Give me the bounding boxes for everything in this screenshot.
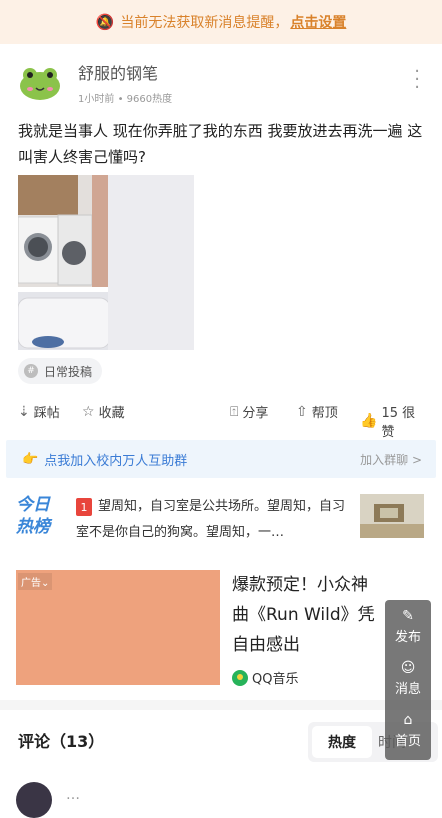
author-name[interactable]: 舒服的钢笔 (78, 60, 158, 84)
tag-icon: # (24, 364, 38, 378)
stamp-button[interactable]: ⇣ 踩帖 (18, 402, 60, 422)
avatar[interactable] (16, 58, 64, 106)
hot-list-card[interactable]: 今日 热榜 望周知，自习室是公共场所。望周知，自习室不是你自己的狗窝。望周知，一… (12, 494, 432, 546)
join-group-link[interactable]: 加入群聊 > (360, 451, 422, 468)
float-home-button[interactable]: ⌂ 首页 (385, 712, 431, 749)
chevron-down-icon: ⌄ (41, 578, 50, 589)
like-button[interactable]: 👍 15 很赞 (360, 402, 428, 440)
join-group-text: 点我加入校内万人互助群 (44, 453, 188, 469)
post-heat: 9660热度 (126, 94, 173, 105)
thumbs-up-icon: 👍 (360, 413, 378, 429)
hot-list-logo: 今日 热榜 (16, 495, 50, 537)
favorite-button[interactable]: ☆ 收藏 (82, 402, 125, 422)
post-body: 我就是当事人 现在你弄脏了我的东西 我要放进去再洗一遍 这叫害人终害己懂吗? (18, 122, 423, 166)
boost-icon: ⇧ (296, 403, 308, 420)
hot-list-text: 望周知，自习室是公共场所。望周知，自习室不是你自己的狗窝。望周知，一… (76, 499, 346, 540)
float-messages-button[interactable]: ☺ 消息 (385, 660, 431, 697)
pointing-hand-icon: 👉 (22, 451, 39, 467)
more-options-icon[interactable]: · · · (414, 63, 420, 97)
section-divider (0, 700, 442, 710)
stamp-icon: ⇣ (18, 403, 30, 420)
post-meta: 1小时前 • 9660热度 (78, 94, 173, 105)
home-icon: ⌂ (403, 712, 413, 728)
comment-avatar[interactable] (16, 782, 52, 818)
message-icon: ☺ (400, 660, 416, 676)
share-icon: ⍐ (230, 403, 239, 420)
qq-music-icon (232, 669, 248, 686)
post-header: 舒服的钢笔 1小时前 • 9660热度 · · · (16, 58, 426, 108)
comment-author[interactable]: … (66, 787, 80, 803)
hot-rank-badge: 1 (76, 498, 92, 516)
banner-text: 当前无法获取新消息提醒， (120, 15, 289, 31)
post-tag-label: 日常投稿 (44, 364, 93, 379)
ad-title[interactable]: 爆款预定！小众神曲《Run Wild》凭自由感出 (232, 570, 382, 660)
notification-banner[interactable]: 🔕 当前无法获取新消息提醒， 点击设置 (0, 0, 442, 44)
post-time: 1小时前 (78, 94, 115, 105)
post-actions: ⇣ 踩帖 ☆ 收藏 ⍐ 分享 ⇧ 帮顶 👍 15 很赞 (18, 400, 428, 441)
ad-source[interactable]: QQ音乐 (232, 668, 298, 687)
star-icon: ☆ (82, 403, 95, 420)
floating-menu: ✎ 发布 ☺ 消息 ⌂ 首页 (385, 600, 431, 760)
join-group-bar[interactable]: 👉 点我加入校内万人互助群 加入群聊 > (6, 440, 436, 478)
comments-title: 评论（13） (18, 732, 105, 751)
bell-muted-icon: 🔕 (95, 13, 115, 31)
post-tag[interactable]: # 日常投稿 (18, 358, 103, 384)
float-post-button[interactable]: ✎ 发布 (385, 608, 431, 645)
boost-button[interactable]: ⇧ 帮顶 (296, 402, 338, 422)
ad-label[interactable]: 广告⌄ (18, 573, 53, 590)
post-image-placeholder (108, 175, 194, 350)
sort-by-hot-tab[interactable]: 热度 (312, 726, 372, 758)
hot-list-thumbnail (360, 494, 424, 538)
share-button[interactable]: ⍐ 分享 (230, 402, 268, 422)
pencil-icon: ✎ (402, 608, 414, 624)
banner-settings-link[interactable]: 点击设置 (290, 12, 346, 32)
